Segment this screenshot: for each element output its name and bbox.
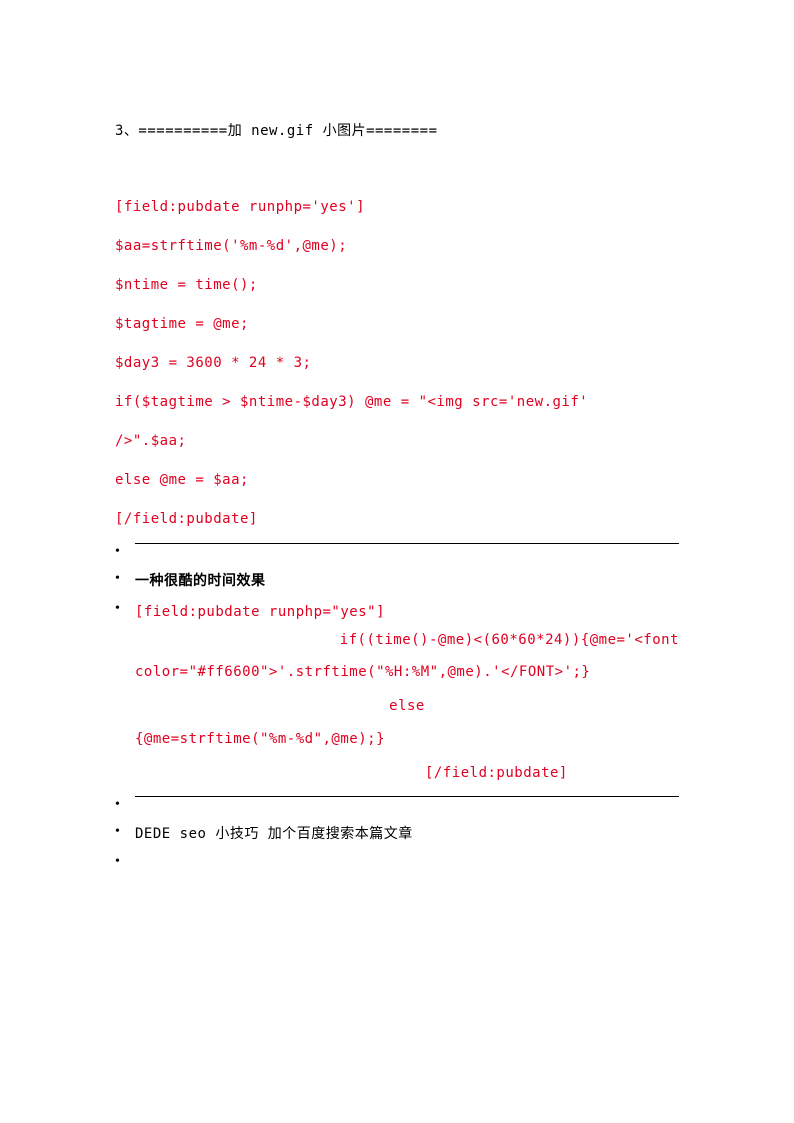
code-line: if($tagtime > $ntime-$day3) @me = "<img … — [115, 385, 679, 420]
item-title-seo: DEDE seo 小技巧 加个百度搜索本篇文章 — [135, 826, 413, 842]
divider — [135, 796, 679, 797]
bullet-icon: • — [115, 600, 135, 617]
bullet-icon: • — [115, 823, 135, 840]
code-line: $aa=strftime('%m-%d',@me); — [115, 229, 679, 264]
item-title-cool-time: 一种很酷的时间效果 — [135, 573, 266, 589]
list-item: • — [115, 796, 679, 813]
code-line: color="#ff6600">'.strftime("%H:%M",@me).… — [135, 656, 679, 690]
bullet-icon: • — [115, 796, 135, 813]
code-line: $day3 = 3600 * 24 * 3; — [115, 346, 679, 381]
list-item: • — [115, 853, 679, 870]
code-line: if((time()-@me)<(60*60*24)){@me='<font — [135, 625, 679, 656]
section-heading: 3、==========加 new.gif 小图片======== — [115, 120, 679, 140]
list-item: • DEDE seo 小技巧 加个百度搜索本篇文章 — [115, 823, 679, 843]
list-item: • — [115, 543, 679, 560]
divider — [135, 543, 679, 544]
bullet-icon: • — [115, 853, 135, 870]
code-line: else — [135, 690, 679, 724]
code-line: />".$aa; — [115, 424, 679, 459]
list-item: • [field:pubdate runphp="yes"] if((time(… — [115, 600, 679, 790]
list-item: • 一种很酷的时间效果 — [115, 570, 679, 590]
code-line: {@me=strftime("%m-%d",@me);} — [135, 723, 679, 757]
code-line: [/field:pubdate] — [135, 757, 679, 791]
code-line: [field:pubdate runphp='yes'] — [115, 190, 679, 225]
code-line: $ntime = time(); — [115, 268, 679, 303]
code-line: [field:pubdate runphp="yes"] — [135, 600, 679, 625]
bullet-list: • • 一种很酷的时间效果 • [field:pubdate runphp="y… — [115, 543, 679, 870]
code-line: else @me = $aa; — [115, 463, 679, 498]
bullet-icon: • — [115, 543, 135, 560]
bullet-icon: • — [115, 570, 135, 587]
document-page: 3、==========加 new.gif 小图片======== [field… — [0, 0, 794, 920]
code-line: $tagtime = @me; — [115, 307, 679, 342]
code-line: [/field:pubdate] — [115, 502, 679, 537]
